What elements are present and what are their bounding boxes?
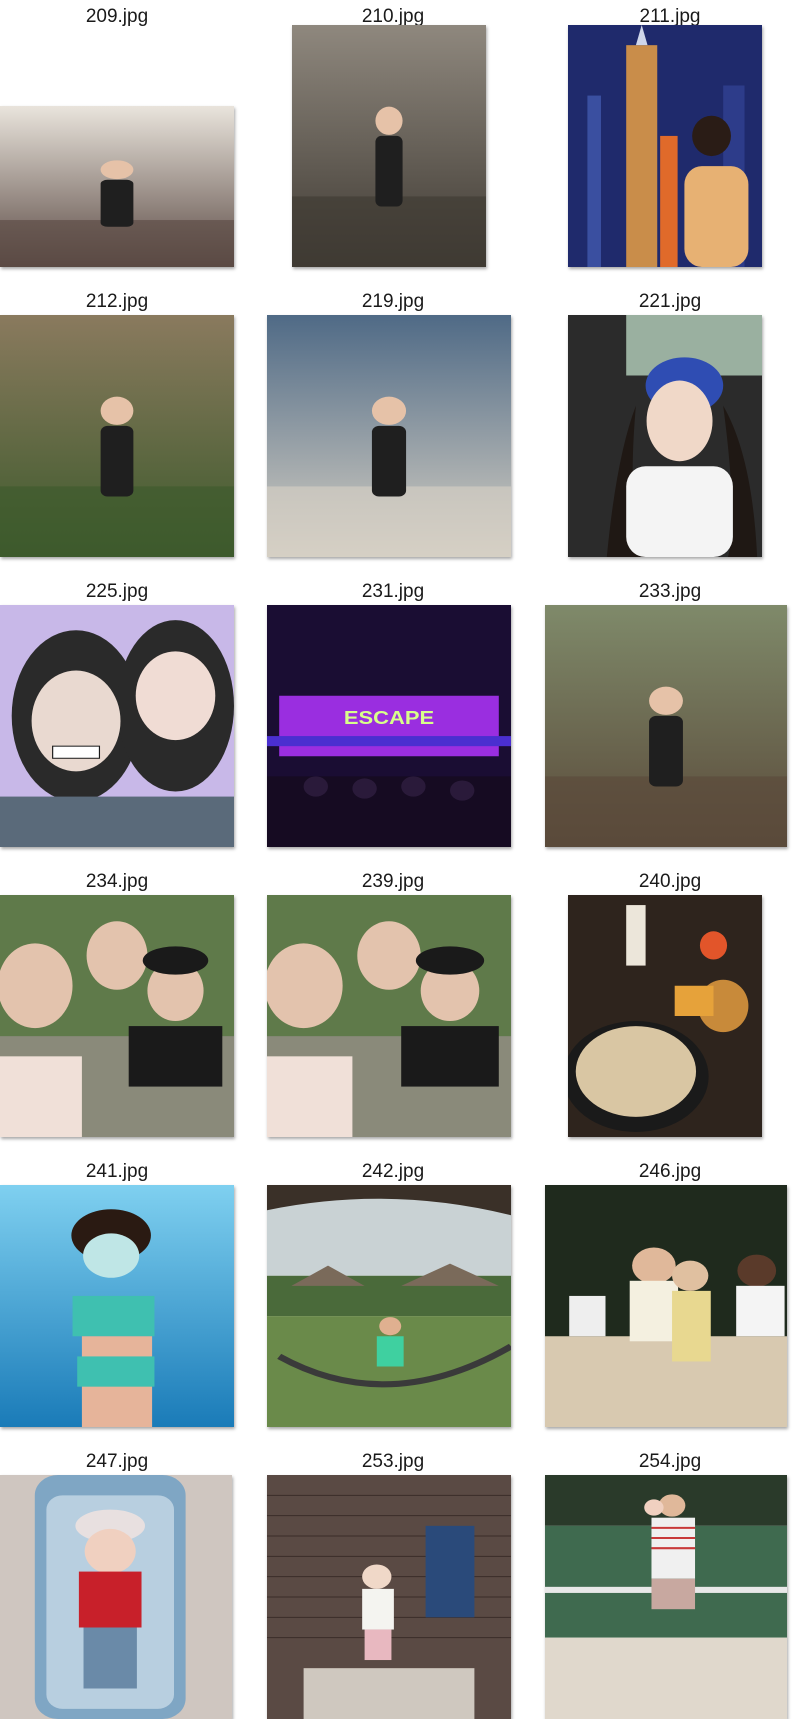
photo-thumbnail[interactable] xyxy=(545,1185,787,1427)
file-name-label: 246.jpg xyxy=(638,1161,702,1182)
file-name-label: 253.jpg xyxy=(361,1451,425,1472)
file-name-label: 219.jpg xyxy=(361,291,425,312)
photo-thumbnail[interactable] xyxy=(545,605,787,847)
file-name-label: 225.jpg xyxy=(85,581,149,602)
file-name-label: 239.jpg xyxy=(361,871,425,892)
photo-thumbnail[interactable] xyxy=(267,1185,511,1427)
file-name-label: 212.jpg xyxy=(85,291,149,312)
file-name-label: 241.jpg xyxy=(85,1161,149,1182)
file-grid: 209.jpg210.jpg211.jpg 212.jpg 219.jpg xyxy=(0,0,792,1719)
file-name-label: 234.jpg xyxy=(85,871,149,892)
file-name-label: 247.jpg xyxy=(85,1451,149,1472)
photo-thumbnail[interactable] xyxy=(0,315,234,557)
photo-thumbnail[interactable] xyxy=(0,106,234,267)
photo-thumbnail[interactable] xyxy=(267,315,511,557)
photo-thumbnail[interactable] xyxy=(568,25,762,267)
photo-thumbnail[interactable] xyxy=(267,1475,511,1719)
photo-thumbnail[interactable] xyxy=(267,895,511,1137)
photo-thumbnail[interactable] xyxy=(292,25,486,267)
photo-thumbnail[interactable] xyxy=(0,1185,234,1427)
photo-thumbnail[interactable] xyxy=(0,895,234,1137)
file-name-label: 209.jpg xyxy=(85,6,149,27)
file-name-label: 242.jpg xyxy=(361,1161,425,1182)
file-name-label: 221.jpg xyxy=(638,291,702,312)
photo-thumbnail[interactable]: ESCAPE xyxy=(267,605,511,847)
file-name-label: 231.jpg xyxy=(361,581,425,602)
svg-text:ESCAPE: ESCAPE xyxy=(344,709,434,729)
photo-thumbnail[interactable] xyxy=(545,1475,787,1719)
photo-thumbnail[interactable] xyxy=(568,315,762,557)
photo-thumbnail[interactable] xyxy=(568,895,762,1137)
file-name-label: 254.jpg xyxy=(638,1451,702,1472)
photo-thumbnail[interactable] xyxy=(0,1475,232,1719)
photo-thumbnail[interactable] xyxy=(0,605,234,847)
file-name-label: 240.jpg xyxy=(638,871,702,892)
file-name-label: 233.jpg xyxy=(638,581,702,602)
